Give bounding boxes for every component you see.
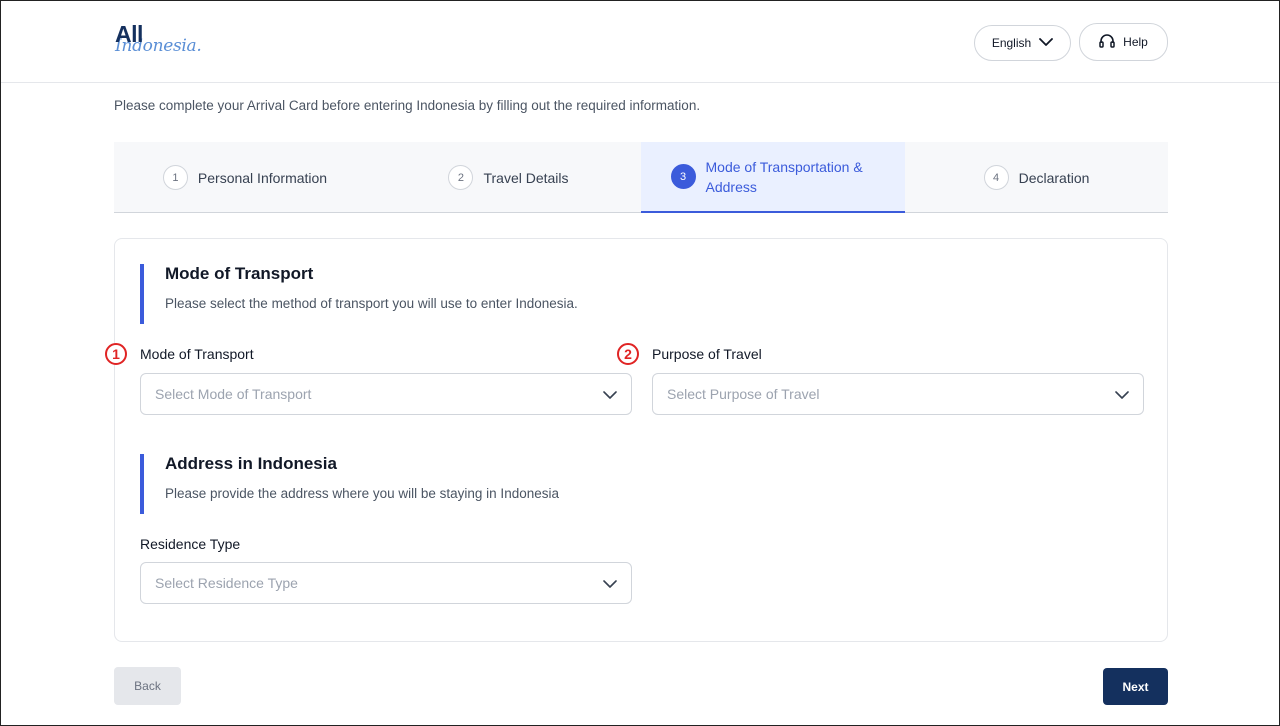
step-number: 2 — [448, 165, 474, 190]
select-placeholder: Select Mode of Transport — [155, 386, 312, 402]
annotation-marker: 2 — [617, 343, 639, 365]
mode-of-transport-select[interactable]: Select Mode of Transport — [140, 373, 632, 415]
residence-type-select[interactable]: Select Residence Type — [140, 562, 632, 604]
step-label: Mode of Transportation & Address — [705, 158, 863, 195]
chevron-down-icon — [603, 387, 617, 403]
step-travel-details[interactable]: 2 Travel Details — [376, 142, 641, 213]
section-title: Mode of Transport — [165, 264, 314, 283]
chevron-down-icon — [1039, 36, 1054, 50]
step-label: Travel Details — [483, 169, 569, 186]
headset-icon — [1099, 33, 1115, 51]
language-selector[interactable]: English — [974, 25, 1071, 61]
annotation-marker: 1 — [105, 343, 127, 365]
select-placeholder: Select Residence Type — [155, 575, 298, 591]
step-personal-information[interactable]: 1 Personal Information — [114, 142, 376, 213]
logo-main: All — [115, 21, 143, 47]
mode-of-transport-label: Mode of Transport — [140, 346, 254, 362]
transport-section-header: Mode of Transport Please select the meth… — [140, 264, 578, 324]
step-label: Personal Information — [197, 169, 328, 186]
progress-stepper: 1 Personal Information 2 Travel Details … — [114, 142, 1168, 213]
step-number: 4 — [983, 165, 1009, 190]
section-subtitle: Please select the method of transport yo… — [165, 296, 578, 311]
next-button[interactable]: Next — [1103, 668, 1168, 705]
header: Indonesia. All English Help — [1, 1, 1279, 83]
step-label: Declaration — [1018, 169, 1090, 186]
purpose-of-travel-label: Purpose of Travel — [652, 346, 762, 362]
logo[interactable]: Indonesia. All — [115, 19, 215, 63]
intro-text: Please complete your Arrival Card before… — [114, 98, 701, 113]
section-title: Address in Indonesia — [165, 454, 337, 473]
help-label: Help — [1123, 35, 1148, 49]
back-button[interactable]: Back — [114, 667, 181, 705]
step-number: 1 — [162, 165, 188, 190]
help-button[interactable]: Help — [1079, 23, 1168, 61]
language-label: English — [991, 36, 1032, 50]
step-declaration[interactable]: 4 Declaration — [905, 142, 1168, 213]
chevron-down-icon — [603, 576, 617, 592]
step-mode-of-transportation[interactable]: 3 Mode of Transportation & Address — [641, 142, 905, 213]
step-number: 3 — [670, 164, 696, 189]
residence-type-label: Residence Type — [140, 536, 241, 552]
section-subtitle: Please provide the address where you wil… — [165, 486, 559, 501]
purpose-of-travel-select[interactable]: Select Purpose of Travel — [652, 373, 1144, 415]
form-card: Mode of Transport Please select the meth… — [105, 238, 1168, 642]
address-section-header: Address in Indonesia Please provide the … — [140, 454, 559, 514]
chevron-down-icon — [1115, 387, 1129, 403]
select-placeholder: Select Purpose of Travel — [667, 386, 820, 402]
